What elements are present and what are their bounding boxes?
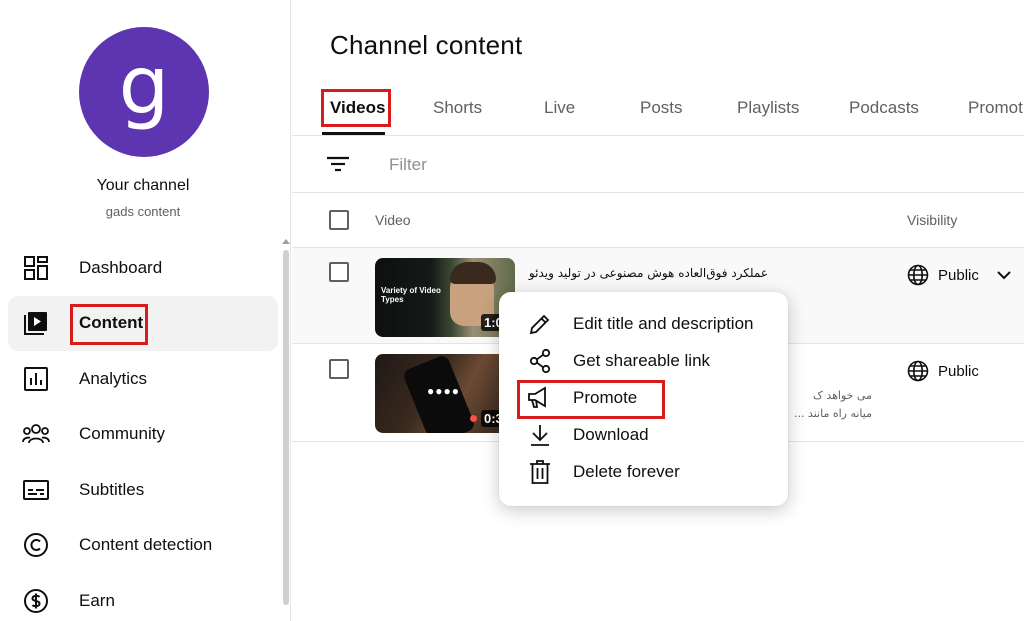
video-thumbnail[interactable]: Variety of Video Types 1:09 xyxy=(375,258,515,337)
column-header-visibility[interactable]: Visibility xyxy=(907,212,957,228)
sidebar-item-label: Analytics xyxy=(79,368,148,388)
content-highlight-box xyxy=(70,304,148,345)
globe-icon xyxy=(907,360,929,382)
copyright-icon xyxy=(22,531,50,559)
channel-avatar[interactable]: g xyxy=(79,27,209,157)
videos-tab-highlight-box xyxy=(321,89,391,127)
menu-item-share[interactable]: Get shareable link xyxy=(499,342,788,379)
content-icon xyxy=(22,309,50,337)
thumbnail-dots: ●●●● xyxy=(427,384,460,398)
tab-shorts[interactable]: Shorts xyxy=(433,98,482,118)
sidebar-item-label: Dashboard xyxy=(79,257,163,277)
menu-item-label: Download xyxy=(573,424,649,444)
sidebar-item-label: Community xyxy=(79,424,165,444)
tab-podcasts[interactable]: Podcasts xyxy=(849,98,919,118)
thumbnail-caption: Variety of Video Types xyxy=(381,286,441,304)
channel-title: Your channel xyxy=(96,177,190,194)
record-dot-icon xyxy=(470,415,477,422)
thumbnail-person-hair xyxy=(450,262,496,284)
sidebar-item-community[interactable]: Community xyxy=(8,407,278,463)
promote-highlight-box xyxy=(517,380,665,419)
menu-item-label: Edit title and description xyxy=(573,313,754,333)
sidebar-item-analytics[interactable]: Analytics xyxy=(8,351,278,407)
column-header-video[interactable]: Video xyxy=(375,212,411,228)
filter-bar: Filter xyxy=(292,137,1024,193)
video-thumbnail[interactable]: ●●●● 0:37 xyxy=(375,354,515,433)
tab-posts[interactable]: Posts xyxy=(640,98,683,118)
filter-icon[interactable] xyxy=(326,154,350,179)
tab-playlists[interactable]: Playlists xyxy=(737,98,799,118)
menu-item-download[interactable]: Download xyxy=(499,416,788,453)
filter-input[interactable]: Filter xyxy=(389,155,427,175)
sidebar-item-label: Subtitles xyxy=(79,479,145,499)
active-tab-indicator xyxy=(322,132,385,135)
tab-promotions[interactable]: Promot xyxy=(968,98,1023,118)
menu-item-label: Delete forever xyxy=(573,461,680,481)
channel-subtitle: gads content xyxy=(105,204,181,219)
row-checkbox[interactable] xyxy=(329,262,349,282)
menu-item-delete[interactable]: Delete forever xyxy=(499,453,788,490)
community-icon xyxy=(22,420,50,448)
sidebar-item-earn[interactable]: Earn xyxy=(8,573,278,621)
subtitles-icon xyxy=(22,476,50,504)
visibility-status[interactable]: Public xyxy=(907,360,979,382)
sidebar-item-label: Content detection xyxy=(79,535,213,555)
page-title: Channel content xyxy=(330,30,523,60)
video-title[interactable]: عملکرد فوق‌العاده هوش مصنوعی در تولید وی… xyxy=(528,266,768,280)
table-header: Video Visibility xyxy=(292,193,1024,248)
sidebar-nav: Dashboard Content Analytics Community Su… xyxy=(8,240,278,621)
sidebar-item-label: Earn xyxy=(79,590,115,610)
scroll-up-icon[interactable] xyxy=(282,239,290,244)
menu-item-edit[interactable]: Edit title and description xyxy=(499,305,788,342)
select-all-checkbox[interactable] xyxy=(329,210,349,230)
download-icon xyxy=(526,421,554,449)
visibility-label: Public xyxy=(938,362,979,380)
menu-item-label: Get shareable link xyxy=(573,350,711,370)
dashboard-icon xyxy=(22,254,50,282)
visibility-status[interactable]: Public xyxy=(907,264,979,286)
tab-bar: Videos Shorts Live Posts Playlists Podca… xyxy=(292,86,1024,136)
sidebar-item-dashboard[interactable]: Dashboard xyxy=(8,240,278,296)
trash-icon xyxy=(526,458,554,486)
row-checkbox[interactable] xyxy=(329,359,349,379)
chevron-down-icon[interactable] xyxy=(996,268,1012,286)
visibility-label: Public xyxy=(938,266,979,284)
sidebar-item-subtitles[interactable]: Subtitles xyxy=(8,462,278,518)
pencil-icon xyxy=(526,310,554,338)
analytics-icon xyxy=(22,365,50,393)
dollar-icon xyxy=(22,587,50,615)
globe-icon xyxy=(907,264,929,286)
sidebar-item-content-detection[interactable]: Content detection xyxy=(8,518,278,574)
share-icon xyxy=(526,347,554,375)
tab-live[interactable]: Live xyxy=(544,98,575,118)
sidebar-scrollbar[interactable] xyxy=(283,250,289,605)
